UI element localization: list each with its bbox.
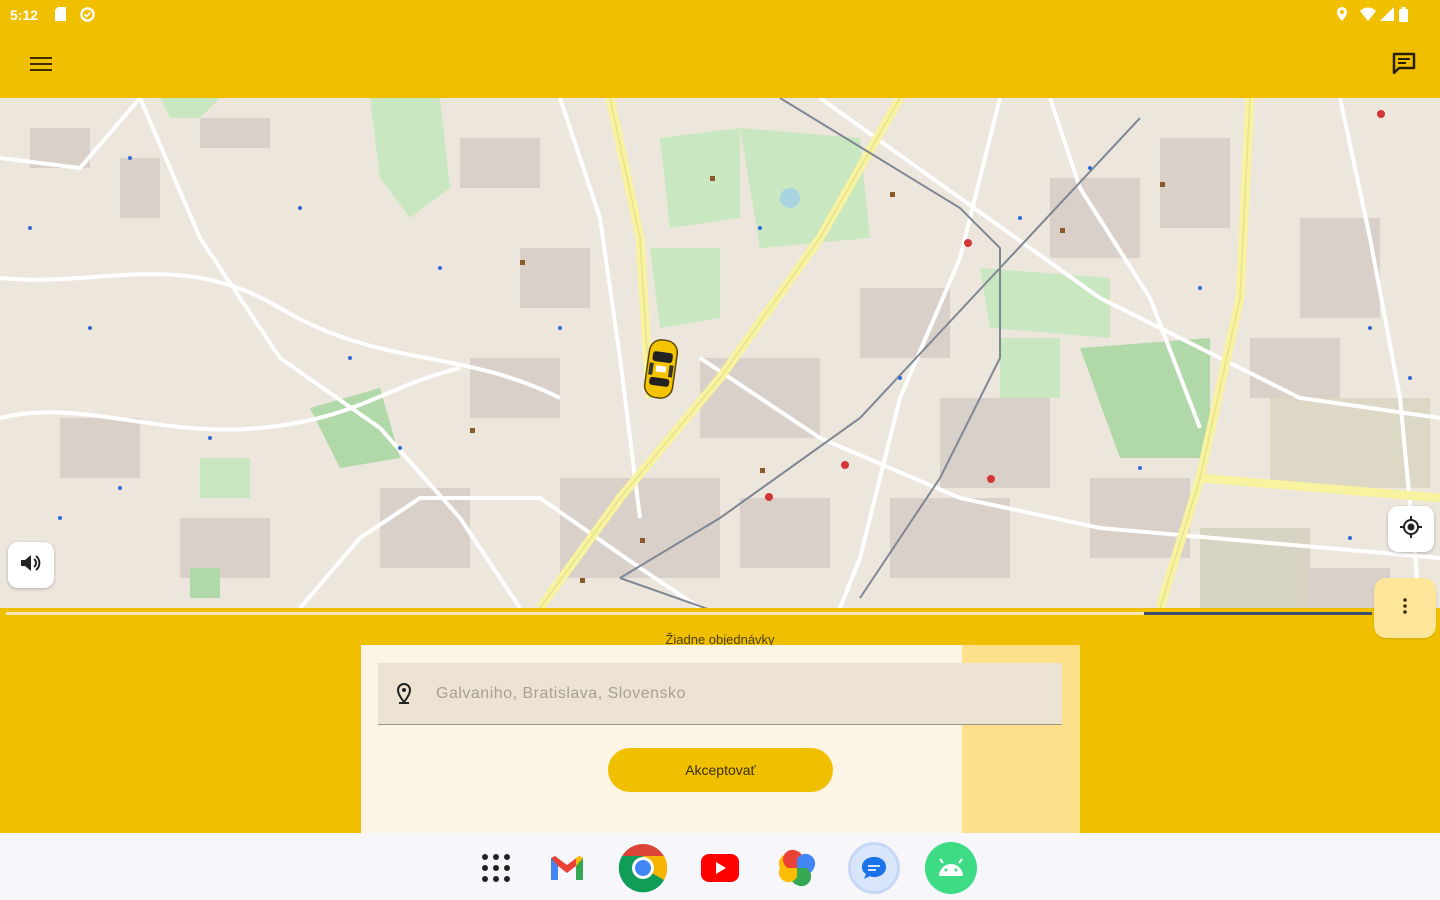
hamburger-menu-icon[interactable] <box>21 44 61 84</box>
messages-icon[interactable] <box>848 842 900 894</box>
app-bar <box>0 30 1440 98</box>
android-app-icon[interactable] <box>925 842 977 894</box>
volume-icon <box>20 553 42 578</box>
more-vertical-icon <box>1403 597 1407 619</box>
address-input[interactable] <box>436 681 1036 707</box>
location-pin-icon <box>396 682 412 710</box>
status-time: 5:12 <box>10 7 39 23</box>
address-field[interactable] <box>378 663 1062 725</box>
my-location-button[interactable] <box>1388 506 1434 552</box>
order-sheet: Akceptovať <box>361 645 1080 833</box>
photos-icon[interactable] <box>771 842 823 894</box>
my-location-icon <box>1399 515 1423 544</box>
progress-indicator <box>0 608 1440 618</box>
volume-button[interactable] <box>8 542 54 588</box>
app-drawer-icon[interactable] <box>470 842 522 894</box>
sd-card-icon <box>54 7 68 21</box>
map-view[interactable] <box>0 98 1440 608</box>
location-icon <box>1336 7 1350 21</box>
app-dock <box>0 833 1440 900</box>
status-bar: 5:12 <box>0 0 1440 30</box>
wifi-icon <box>1360 7 1376 21</box>
chat-icon[interactable] <box>1384 43 1424 83</box>
progress-fill <box>1144 612 1372 615</box>
map-tiles <box>0 98 1440 608</box>
gmail-icon[interactable] <box>541 842 593 894</box>
more-options-button[interactable] <box>1374 578 1436 638</box>
battery-icon <box>1399 7 1413 22</box>
signal-icon <box>1380 7 1394 21</box>
youtube-icon[interactable] <box>694 842 746 894</box>
chrome-icon[interactable] <box>617 842 669 894</box>
sync-icon <box>80 7 95 22</box>
accept-button[interactable]: Akceptovať <box>608 748 833 792</box>
